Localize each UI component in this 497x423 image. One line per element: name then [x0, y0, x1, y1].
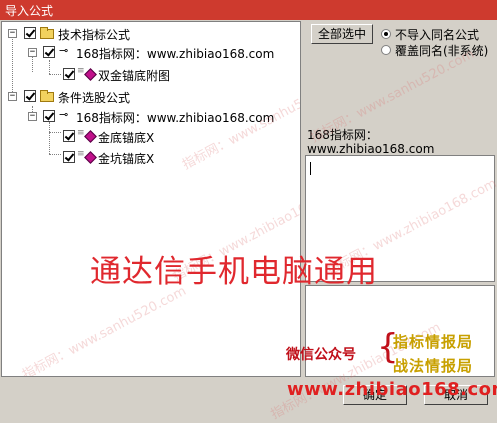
watermark: 指标网：www.sanhu520.com	[20, 283, 189, 377]
tag-indicator-bureau: 指标情报局	[393, 333, 474, 351]
tree-connector	[12, 32, 13, 96]
promo-headline: 通达信手机电脑通用	[90, 254, 378, 290]
watermark: 指标网：www.sanhu520.com	[308, 46, 477, 146]
promo-url: www.zhibiao168.com	[287, 379, 497, 400]
tree-node-formula-3[interactable]: ≡ 金坑锚底X	[2, 149, 300, 166]
node-checkbox[interactable]	[63, 130, 75, 142]
tag-strategy-bureau: 战法情报局	[393, 357, 474, 375]
text-cursor	[310, 162, 311, 175]
wechat-label: 微信公众号	[286, 347, 356, 363]
key-icon: ⊸	[59, 108, 69, 121]
node-label: 金底锚底X	[98, 131, 155, 145]
collapse-toggle[interactable]: −	[28, 112, 37, 121]
formula-tree[interactable]: − 技术指标公式 − ⊸ 168指标网：www.zhibiao168.com ≡…	[1, 21, 301, 377]
node-checkbox[interactable]	[63, 151, 75, 163]
tree-node-site-1[interactable]: − ⊸ 168指标网：www.zhibiao168.com	[2, 44, 300, 61]
overwrite-duplicates-radio[interactable]	[381, 45, 391, 55]
node-label: 双金锚底附图	[98, 69, 171, 83]
skip-duplicates-radio[interactable]	[381, 29, 391, 39]
diamond-icon	[84, 130, 97, 143]
tree-node-tech-formulas[interactable]: − 技术指标公式	[2, 25, 300, 42]
key-icon: ⊸	[59, 44, 69, 57]
folder-icon	[40, 90, 54, 102]
folder-icon	[40, 27, 54, 39]
node-checkbox[interactable]	[43, 46, 55, 58]
title-bar: 导入公式	[0, 0, 497, 20]
collapse-toggle[interactable]: −	[8, 29, 17, 38]
node-checkbox[interactable]	[24, 27, 36, 39]
select-all-button[interactable]: 全部选中	[311, 24, 373, 44]
window-title: 导入公式	[5, 4, 54, 18]
node-checkbox[interactable]	[43, 110, 55, 122]
skip-duplicates-label: 不导入同名公式	[395, 28, 480, 42]
info-line-2: www.zhibiao168.com	[307, 142, 435, 154]
tree-node-screen-formulas[interactable]: − 条件选股公式	[2, 88, 300, 105]
diamond-icon	[84, 151, 97, 164]
tree-node-formula-1[interactable]: ≡ 双金锚底附图	[2, 66, 300, 83]
collapse-toggle[interactable]: −	[28, 48, 37, 57]
node-label: 168指标网：www.zhibiao168.com	[76, 47, 275, 61]
node-label: 条件选股公式	[58, 91, 131, 105]
node-label: 金坑锚底X	[98, 152, 155, 166]
node-checkbox[interactable]	[63, 68, 75, 80]
node-label: 技术指标公式	[58, 28, 131, 42]
diamond-icon	[84, 68, 97, 81]
node-checkbox[interactable]	[24, 90, 36, 102]
collapse-toggle[interactable]: −	[8, 92, 17, 101]
